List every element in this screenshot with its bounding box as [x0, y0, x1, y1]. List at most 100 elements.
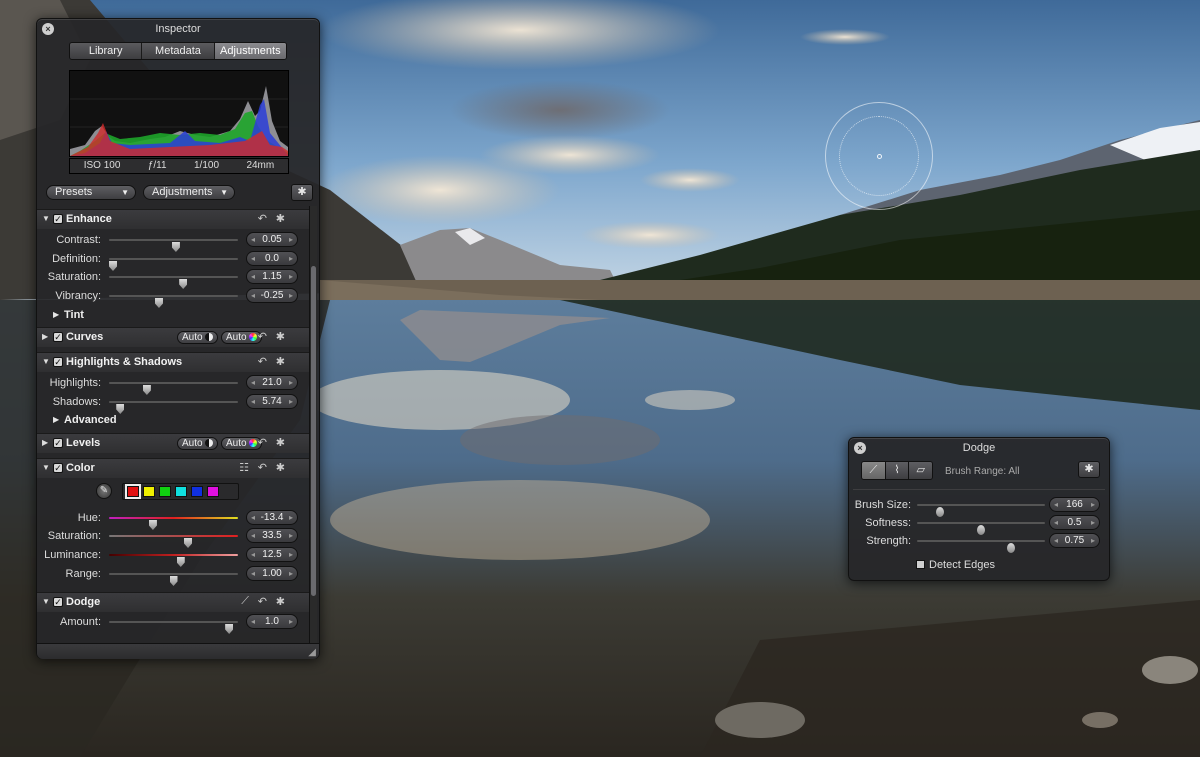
presets-popup[interactable]: Presets ▼	[46, 185, 136, 200]
contrast-value-field[interactable]: 0.05	[246, 232, 298, 247]
adjustments-popup[interactable]: Adjustments ▼	[143, 185, 235, 200]
dodge-checkbox[interactable]: ✓	[53, 597, 63, 607]
shadows-slider[interactable]	[109, 401, 238, 414]
definition-slider[interactable]	[109, 258, 238, 271]
gear-icon[interactable]: ✱	[276, 355, 285, 368]
brush-size-slider[interactable]	[917, 504, 1045, 517]
contrast-slider[interactable]	[109, 239, 238, 252]
disclosure-closed-icon[interactable]: ▶	[42, 332, 48, 341]
section-dodge[interactable]: ▼ ✓ Dodge ⟋ ↶ ✱	[37, 592, 309, 612]
strength-value-field[interactable]: 0.75	[1049, 533, 1100, 548]
gear-icon[interactable]: ✱	[276, 330, 285, 343]
saturation-value-field[interactable]: 1.15	[246, 269, 298, 284]
softness-slider[interactable]	[917, 522, 1045, 535]
range-value-field[interactable]: 1.00	[246, 566, 298, 581]
scrollbar-thumb[interactable]	[311, 266, 316, 596]
tint-subsection[interactable]: ▶ Tint	[37, 307, 309, 323]
checkbox-box[interactable]	[916, 560, 925, 569]
brush-icon[interactable]: ⟋	[862, 462, 886, 479]
swatch-blue[interactable]	[191, 486, 203, 497]
brush-icon[interactable]: ⟋	[241, 595, 249, 608]
section-highlights-shadows[interactable]: ▼ ✓ Highlights & Shadows ↶ ✱	[37, 352, 309, 372]
inspector-titlebar[interactable]: × Inspector	[37, 19, 319, 39]
swatch-yellow[interactable]	[143, 486, 155, 497]
slider-knob[interactable]	[1007, 543, 1015, 553]
levels-checkbox[interactable]: ✓	[53, 438, 63, 448]
gear-icon[interactable]: ✱	[276, 595, 285, 608]
gear-icon[interactable]: ✱	[276, 461, 285, 474]
strength-slider[interactable]	[917, 540, 1045, 553]
range-slider[interactable]	[109, 573, 238, 586]
curves-auto-luminance-button[interactable]: Auto	[177, 331, 218, 344]
advanced-subsection[interactable]: ▶ Advanced	[37, 412, 309, 428]
section-enhance[interactable]: ▼ ✓ Enhance ↶ ✱	[37, 209, 309, 229]
hue-slider[interactable]	[109, 517, 238, 530]
enhance-checkbox[interactable]: ✓	[53, 214, 63, 224]
feather-brush-icon[interactable]: ⌇	[885, 462, 910, 479]
luminance-value-field[interactable]: 12.5	[246, 547, 298, 562]
swatch-magenta[interactable]	[207, 486, 219, 497]
gear-icon[interactable]: ✱	[1078, 461, 1100, 478]
gear-icon[interactable]: ✱	[276, 436, 285, 449]
brush-size-value-field[interactable]: 166	[1049, 497, 1100, 512]
highlights-slider[interactable]	[109, 382, 238, 395]
undo-icon[interactable]: ↶	[258, 436, 267, 449]
inspector-scrollbar[interactable]	[309, 206, 317, 651]
hue-value-field[interactable]: -13.4	[246, 510, 298, 525]
saturation-slider[interactable]	[109, 276, 238, 289]
eyedropper-icon[interactable]: ✎	[96, 483, 112, 499]
enhance-row-2: Saturation: 1.15	[37, 268, 309, 289]
amount-slider[interactable]	[109, 621, 238, 634]
disclosure-closed-icon[interactable]: ▶	[53, 415, 59, 424]
color-checkbox[interactable]: ✓	[53, 463, 63, 473]
swatch-red[interactable]	[125, 484, 141, 499]
vibrancy-slider[interactable]	[109, 295, 238, 308]
disclosure-open-icon[interactable]: ▼	[42, 214, 50, 223]
close-icon[interactable]: ×	[42, 23, 54, 35]
curves-auto-rgb-button[interactable]: Auto	[221, 331, 262, 344]
levels-auto-rgb-button[interactable]: Auto	[221, 437, 262, 450]
disclosure-closed-icon[interactable]: ▶	[53, 310, 59, 319]
dodge-titlebar[interactable]: × Dodge	[849, 438, 1109, 458]
shadows-value-field[interactable]: 5.74	[246, 394, 298, 409]
color-saturation-value-field[interactable]: 33.5	[246, 528, 298, 543]
inspector-hud[interactable]: × Inspector Library Metadata Adjustments…	[36, 18, 320, 659]
close-icon[interactable]: ×	[854, 442, 866, 454]
disclosure-open-icon[interactable]: ▼	[42, 357, 50, 366]
tab-library[interactable]: Library	[70, 43, 143, 59]
gear-icon[interactable]: ✱	[276, 212, 285, 225]
undo-icon[interactable]: ↶	[258, 595, 267, 608]
gear-icon[interactable]: ✱	[291, 184, 313, 201]
disclosure-closed-icon[interactable]: ▶	[42, 438, 48, 447]
swatch-cyan[interactable]	[175, 486, 187, 497]
vibrancy-value-field[interactable]: -0.25	[246, 288, 298, 303]
section-curves[interactable]: ▶ ✓ Curves Auto Auto ↶ ✱	[37, 327, 309, 347]
luminance-slider[interactable]	[109, 554, 238, 567]
amount-value-field[interactable]: 1.0	[246, 614, 298, 629]
color-saturation-slider[interactable]	[109, 535, 238, 548]
slider-knob[interactable]	[225, 624, 234, 634]
section-color[interactable]: ▼ ✓ Color ☷ ↶ ✱	[37, 458, 309, 478]
color-list-icon[interactable]: ☷	[239, 461, 249, 474]
swatch-green[interactable]	[159, 486, 171, 497]
curves-checkbox[interactable]: ✓	[53, 332, 63, 342]
disclosure-open-icon[interactable]: ▼	[42, 597, 50, 606]
slider-knob[interactable]	[169, 576, 178, 586]
highlights-value-field[interactable]: 21.0	[246, 375, 298, 390]
section-levels[interactable]: ▶ ✓ Levels Auto Auto ↶ ✱	[37, 433, 309, 453]
undo-icon[interactable]: ↶	[258, 330, 267, 343]
undo-icon[interactable]: ↶	[258, 355, 267, 368]
levels-auto-luminance-button[interactable]: Auto	[177, 437, 218, 450]
dodge-brush-hud[interactable]: × Dodge ⟋ ⌇ ▱ Brush Range: All ✱ Brush S…	[848, 437, 1110, 581]
undo-icon[interactable]: ↶	[258, 212, 267, 225]
detect-edges-checkbox[interactable]: Detect Edges	[916, 559, 995, 571]
tab-adjustments[interactable]: Adjustments	[214, 43, 286, 59]
resize-grip-icon[interactable]: ◢	[308, 647, 316, 658]
eraser-icon[interactable]: ▱	[909, 462, 932, 479]
highlights-shadows-checkbox[interactable]: ✓	[53, 357, 63, 367]
softness-value-field[interactable]: 0.5	[1049, 515, 1100, 530]
undo-icon[interactable]: ↶	[258, 461, 267, 474]
definition-value-field[interactable]: 0.0	[246, 251, 298, 266]
disclosure-open-icon[interactable]: ▼	[42, 463, 50, 472]
tab-metadata[interactable]: Metadata	[142, 43, 215, 59]
